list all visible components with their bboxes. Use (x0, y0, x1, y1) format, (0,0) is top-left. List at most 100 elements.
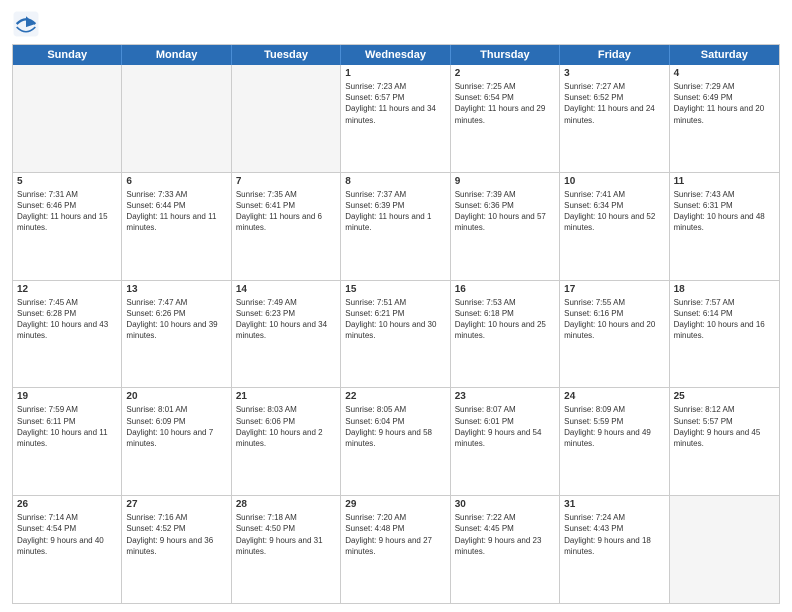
day-number: 28 (236, 499, 336, 510)
cell-details: Sunrise: 8:12 AMSunset: 5:57 PMDaylight:… (674, 404, 775, 449)
cell-details: Sunrise: 7:27 AMSunset: 6:52 PMDaylight:… (564, 81, 664, 126)
calendar-row-5: 26 Sunrise: 7:14 AMSunset: 4:54 PMDayligh… (13, 496, 779, 603)
day-number: 3 (564, 68, 664, 79)
day-number: 16 (455, 284, 555, 295)
calendar-cell: 29Sunrise: 7:20 AMSunset: 4:48 PMDayligh… (341, 496, 450, 603)
cell-details: Sunrise: 7:47 AMSunset: 6:26 PMDaylight:… (126, 297, 226, 342)
day-number: 31 (564, 499, 664, 510)
day-number: 11 (674, 176, 775, 187)
cell-details: Sunrise: 7:18 AMSunset: 4:50 PMDaylight:… (236, 512, 336, 557)
calendar-row-1: 1 Sunrise: 7:23 AMSunset: 6:57 PMDaylight… (13, 65, 779, 173)
day-number: 20 (126, 391, 226, 402)
day-number: 29 (345, 499, 445, 510)
calendar-row-4: 19 Sunrise: 7:59 AMSunset: 6:11 PMDayligh… (13, 388, 779, 496)
calendar-cell: 19 Sunrise: 7:59 AMSunset: 6:11 PMDayligh… (13, 388, 122, 495)
day-number: 1 (345, 68, 445, 79)
calendar-cell: 17 Sunrise: 7:55 AMSunset: 6:16 PMDayligh… (560, 281, 669, 388)
day-number: 26 (17, 499, 117, 510)
cell-details: Sunrise: 7:43 AMSunset: 6:31 PMDaylight:… (674, 189, 775, 234)
cell-details: Sunrise: 7:29 AMSunset: 6:49 PMDaylight:… (674, 81, 775, 126)
day-number: 15 (345, 284, 445, 295)
cell-details: Sunrise: 7:45 AMSunset: 6:28 PMDaylight:… (17, 297, 117, 342)
cell-details: Sunrise: 8:09 AMSunset: 5:59 PMDaylight:… (564, 404, 664, 449)
logo (12, 10, 44, 38)
calendar-cell: 25 Sunrise: 8:12 AMSunset: 5:57 PMDayligh… (670, 388, 779, 495)
calendar-cell: 13 Sunrise: 7:47 AMSunset: 6:26 PMDayligh… (122, 281, 231, 388)
day-number: 12 (17, 284, 117, 295)
day-number: 27 (126, 499, 226, 510)
cell-details: Sunrise: 7:23 AMSunset: 6:57 PMDaylight:… (345, 81, 445, 126)
cell-details: Sunrise: 7:53 AMSunset: 6:18 PMDaylight:… (455, 297, 555, 342)
header-tuesday: Tuesday (232, 45, 341, 65)
day-number: 23 (455, 391, 555, 402)
calendar-cell: 30Sunrise: 7:22 AMSunset: 4:45 PMDayligh… (451, 496, 560, 603)
calendar-cell: 20 Sunrise: 8:01 AMSunset: 6:09 PMDayligh… (122, 388, 231, 495)
calendar-cell: 18 Sunrise: 7:57 AMSunset: 6:14 PMDayligh… (670, 281, 779, 388)
calendar-cell: 3 Sunrise: 7:27 AMSunset: 6:52 PMDaylight… (560, 65, 669, 172)
cell-details: Sunrise: 7:25 AMSunset: 6:54 PMDaylight:… (455, 81, 555, 126)
cell-details: Sunrise: 8:07 AMSunset: 6:01 PMDaylight:… (455, 404, 555, 449)
day-number: 24 (564, 391, 664, 402)
day-number: 17 (564, 284, 664, 295)
cell-details: Sunrise: 7:59 AMSunset: 6:11 PMDaylight:… (17, 404, 117, 449)
day-number: 6 (126, 176, 226, 187)
day-number: 25 (674, 391, 775, 402)
calendar-cell: 16 Sunrise: 7:53 AMSunset: 6:18 PMDayligh… (451, 281, 560, 388)
calendar-cell: 26 Sunrise: 7:14 AMSunset: 4:54 PMDayligh… (13, 496, 122, 603)
calendar-row-3: 12 Sunrise: 7:45 AMSunset: 6:28 PMDayligh… (13, 281, 779, 389)
cell-details: Sunrise: 7:35 AMSunset: 6:41 PMDaylight:… (236, 189, 336, 234)
day-number: 5 (17, 176, 117, 187)
day-number: 8 (345, 176, 445, 187)
header-saturday: Saturday (670, 45, 779, 65)
day-number: 19 (17, 391, 117, 402)
day-number: 2 (455, 68, 555, 79)
header-thursday: Thursday (451, 45, 560, 65)
calendar-cell: 23 Sunrise: 8:07 AMSunset: 6:01 PMDayligh… (451, 388, 560, 495)
day-number: 30 (455, 499, 555, 510)
calendar-body: 1 Sunrise: 7:23 AMSunset: 6:57 PMDaylight… (13, 65, 779, 603)
cell-details: Sunrise: 7:37 AMSunset: 6:39 PMDaylight:… (345, 189, 445, 234)
calendar-cell: 21 Sunrise: 8:03 AMSunset: 6:06 PMDayligh… (232, 388, 341, 495)
calendar-cell: 2 Sunrise: 7:25 AMSunset: 6:54 PMDaylight… (451, 65, 560, 172)
calendar-cell: 7 Sunrise: 7:35 AMSunset: 6:41 PMDaylight… (232, 173, 341, 280)
calendar-cell: 6 Sunrise: 7:33 AMSunset: 6:44 PMDaylight… (122, 173, 231, 280)
calendar-cell: 12 Sunrise: 7:45 AMSunset: 6:28 PMDayligh… (13, 281, 122, 388)
header-sunday: Sunday (13, 45, 122, 65)
cell-details: Sunrise: 8:03 AMSunset: 6:06 PMDaylight:… (236, 404, 336, 449)
calendar-cell: 24 Sunrise: 8:09 AMSunset: 5:59 PMDayligh… (560, 388, 669, 495)
cell-details: Sunrise: 7:57 AMSunset: 6:14 PMDaylight:… (674, 297, 775, 342)
day-number: 10 (564, 176, 664, 187)
calendar-cell: 8 Sunrise: 7:37 AMSunset: 6:39 PMDaylight… (341, 173, 450, 280)
calendar-cell: 28 Sunrise: 7:18 AMSunset: 4:50 PMDayligh… (232, 496, 341, 603)
day-number: 22 (345, 391, 445, 402)
cell-details: Sunrise: 7:14 AMSunset: 4:54 PMDaylight:… (17, 512, 117, 557)
calendar-cell: 15 Sunrise: 7:51 AMSunset: 6:21 PMDayligh… (341, 281, 450, 388)
day-number: 18 (674, 284, 775, 295)
calendar: Sunday Monday Tuesday Wednesday Thursday… (12, 44, 780, 604)
day-number: 13 (126, 284, 226, 295)
calendar-cell (232, 65, 341, 172)
calendar-cell: 31Sunrise: 7:24 AMSunset: 4:43 PMDayligh… (560, 496, 669, 603)
cell-details: Sunrise: 7:33 AMSunset: 6:44 PMDaylight:… (126, 189, 226, 234)
cell-details: Sunrise: 7:31 AMSunset: 6:46 PMDaylight:… (17, 189, 117, 234)
header (12, 10, 780, 38)
cell-details: Sunrise: 8:01 AMSunset: 6:09 PMDaylight:… (126, 404, 226, 449)
calendar-cell: 1 Sunrise: 7:23 AMSunset: 6:57 PMDaylight… (341, 65, 450, 172)
cell-details: Sunrise: 7:51 AMSunset: 6:21 PMDaylight:… (345, 297, 445, 342)
day-number: 14 (236, 284, 336, 295)
day-number: 21 (236, 391, 336, 402)
logo-icon (12, 10, 40, 38)
calendar-cell: 11 Sunrise: 7:43 AMSunset: 6:31 PMDayligh… (670, 173, 779, 280)
calendar-cell (670, 496, 779, 603)
day-number: 4 (674, 68, 775, 79)
calendar-cell: 5 Sunrise: 7:31 AMSunset: 6:46 PMDaylight… (13, 173, 122, 280)
calendar-cell: 22Sunrise: 8:05 AMSunset: 6:04 PMDayligh… (341, 388, 450, 495)
calendar-cell: 4 Sunrise: 7:29 AMSunset: 6:49 PMDaylight… (670, 65, 779, 172)
cell-details: Sunrise: 7:55 AMSunset: 6:16 PMDaylight:… (564, 297, 664, 342)
calendar-cell: 27Sunrise: 7:16 AMSunset: 4:52 PMDayligh… (122, 496, 231, 603)
header-friday: Friday (560, 45, 669, 65)
cell-details: Sunrise: 7:39 AMSunset: 6:36 PMDaylight:… (455, 189, 555, 234)
day-number: 7 (236, 176, 336, 187)
calendar-row-2: 5 Sunrise: 7:31 AMSunset: 6:46 PMDaylight… (13, 173, 779, 281)
cell-details: Sunrise: 7:41 AMSunset: 6:34 PMDaylight:… (564, 189, 664, 234)
